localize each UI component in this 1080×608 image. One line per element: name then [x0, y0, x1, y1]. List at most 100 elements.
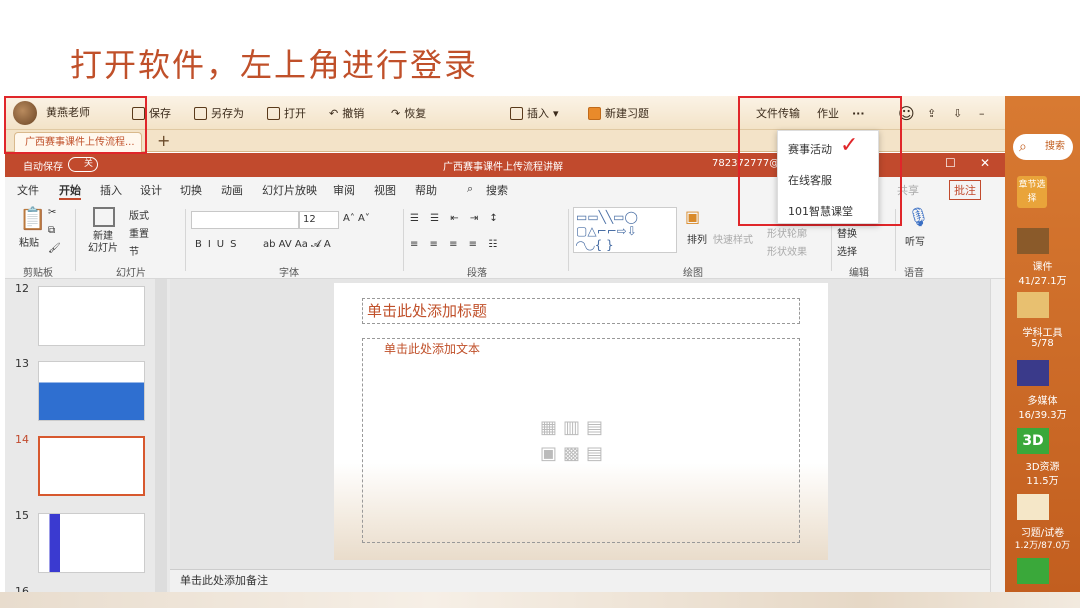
- 3d-resource-icon[interactable]: 3D: [1017, 428, 1049, 454]
- multimedia-count: 16/39.3万: [1018, 410, 1067, 421]
- autosave-label: 自动保存: [23, 162, 63, 173]
- sidebar-item-3d-resources[interactable]: 3D资源: [1005, 458, 1080, 473]
- subject-tools-icon[interactable]: [1017, 292, 1049, 318]
- tab-file[interactable]: 文件: [17, 182, 39, 198]
- tab-view[interactable]: 视图: [374, 182, 396, 198]
- subject-tools-count: 5/78: [1031, 338, 1054, 349]
- font-size-select[interactable]: 12: [299, 211, 339, 229]
- new-exercise-button[interactable]: 新建习题: [588, 96, 649, 130]
- login-highlight-box: [4, 96, 147, 154]
- insert-content-icons[interactable]: ▦▥▤ ▣▩▤: [540, 415, 609, 467]
- notes-pane[interactable]: 单击此处添加备注: [170, 569, 990, 592]
- more-dropdown-menu: 赛事活动 ✓ 在线客服 101智慧课堂: [777, 130, 879, 224]
- list-buttons[interactable]: ☰ ☰ ⇤ ⇥ ↕: [410, 213, 502, 224]
- exercises-count: 1.2万/87.0万: [1014, 541, 1071, 551]
- slide-thumbnail-15[interactable]: [38, 513, 145, 573]
- new-slide-icon[interactable]: [93, 207, 115, 227]
- menu-item-online-service[interactable]: 在线客服: [788, 172, 832, 188]
- chevron-down-icon: ▾: [553, 106, 559, 120]
- slide-thumbnail-13[interactable]: [38, 361, 145, 421]
- body-placeholder-text[interactable]: 单击此处添加文本: [384, 340, 480, 357]
- select-button[interactable]: 选择: [837, 243, 857, 258]
- font-color-buttons[interactable]: ab AV Aa 𝓐 A: [263, 239, 331, 250]
- 3d-resources-count: 11.5万: [1026, 476, 1059, 487]
- undo-button[interactable]: ↶ 撤销: [329, 96, 364, 130]
- layout-button[interactable]: 版式: [129, 207, 149, 222]
- autosave-toggle[interactable]: 关: [68, 157, 98, 172]
- slide-thumbnail-12[interactable]: [38, 286, 145, 346]
- tab-home[interactable]: 开始: [59, 182, 81, 200]
- quick-styles-button[interactable]: 快速样式: [713, 231, 753, 246]
- group-font: 字体: [279, 268, 299, 279]
- arrange-button[interactable]: 排列: [687, 231, 707, 246]
- sidebar-item-subject-tools[interactable]: 学科工具: [1005, 324, 1080, 339]
- close-icon[interactable]: ✕: [980, 156, 990, 170]
- tab-help[interactable]: 帮助: [415, 182, 437, 198]
- title-placeholder[interactable]: 单击此处添加标题: [362, 298, 800, 324]
- new-tab-button[interactable]: +: [157, 131, 170, 151]
- annotate-button[interactable]: 批注: [949, 180, 981, 200]
- tab-animations[interactable]: 动画: [221, 182, 243, 198]
- thumbnail-scrollbar[interactable]: [155, 279, 167, 592]
- shape-outline-button[interactable]: 形状轮廓: [767, 225, 807, 240]
- save-as-button[interactable]: 另存为: [194, 96, 244, 130]
- paste-label[interactable]: 粘贴: [19, 234, 39, 249]
- dictate-button[interactable]: 听写: [905, 233, 925, 248]
- format-painter-icon[interactable]: 🖌: [48, 243, 61, 254]
- checkmark-icon: ✓: [840, 133, 859, 158]
- shapes-gallery[interactable]: ▭▭╲╲▭◯ ▢△⌐⌐⇨⇩ ◜◝◟◞{ }: [573, 207, 677, 253]
- font-grow-icon[interactable]: A˄ A˅: [343, 213, 370, 224]
- search-icon[interactable]: ⌕: [467, 182, 473, 196]
- search-icon: ⌕: [1019, 139, 1027, 155]
- undo-icon: ↶: [329, 106, 339, 120]
- tab-design[interactable]: 设计: [140, 182, 162, 198]
- menu-item-smart-classroom[interactable]: 101智慧课堂: [788, 203, 853, 219]
- copy-icon[interactable]: ⧉: [48, 225, 55, 236]
- redo-button[interactable]: ↷ 恢复: [391, 96, 426, 130]
- folder-icon: [267, 106, 280, 120]
- font-family-select[interactable]: [191, 211, 299, 229]
- font-style-buttons[interactable]: BIUS: [195, 239, 242, 250]
- group-slides: 幻灯片: [116, 268, 146, 279]
- slide-number: 13: [15, 357, 29, 370]
- screenshot-page: 打开软件，左上角进行登录 黄燕老师 保存 另存为 打开 ↶ 撤销 ↷ 恢复 插入…: [0, 0, 1080, 608]
- tab-transitions[interactable]: 切换: [180, 182, 202, 198]
- menu-item-events[interactable]: 赛事活动: [788, 141, 832, 157]
- arrange-icon[interactable]: ▣: [685, 207, 700, 226]
- cut-icon[interactable]: ✂: [48, 207, 56, 218]
- restore-icon[interactable]: ☐: [945, 156, 956, 170]
- new-slide-button[interactable]: 新建 幻灯片: [88, 231, 118, 255]
- reset-button[interactable]: 重置: [129, 225, 149, 240]
- courseware-icon[interactable]: [1017, 228, 1049, 254]
- vertical-scrollbar[interactable]: [990, 279, 1005, 592]
- slide-thumbnail-14[interactable]: [38, 436, 145, 496]
- insert-button[interactable]: 插入 ▾: [510, 96, 559, 130]
- slide-number: 12: [15, 282, 29, 295]
- tab-search[interactable]: 搜索: [486, 182, 508, 198]
- save-as-icon: [194, 106, 207, 120]
- section-button[interactable]: 节: [129, 243, 139, 258]
- sidebar-item-exercises[interactable]: 习题/试卷: [1005, 524, 1080, 539]
- tab-review[interactable]: 审阅: [333, 182, 355, 198]
- replace-button[interactable]: 替换: [837, 225, 857, 240]
- sidebar-item-courseware[interactable]: 课件: [1005, 258, 1080, 273]
- upload-icon[interactable]: ⇪: [927, 96, 936, 130]
- tab-slideshow[interactable]: 幻灯片放映: [262, 182, 317, 198]
- minimize-icon[interactable]: –: [979, 96, 985, 130]
- group-editing: 编辑: [849, 268, 869, 279]
- multimedia-icon[interactable]: [1017, 360, 1049, 386]
- exercises-icon[interactable]: [1017, 494, 1049, 520]
- divider: [185, 209, 186, 271]
- paste-icon[interactable]: 📋: [19, 207, 46, 232]
- open-button[interactable]: 打开: [267, 96, 306, 130]
- tab-insert[interactable]: 插入: [100, 182, 122, 198]
- microphone-icon[interactable]: 🎙: [907, 207, 930, 228]
- sidebar-search-button[interactable]: ⌕ 搜索: [1013, 134, 1073, 160]
- sidebar-item-multimedia[interactable]: 多媒体: [1005, 392, 1080, 407]
- shape-effect-button[interactable]: 形状效果: [767, 243, 807, 258]
- align-buttons[interactable]: ≡ ≡ ≡ ≡ ☷: [410, 239, 501, 250]
- whiteboard-icon[interactable]: [1017, 558, 1049, 584]
- group-clipboard: 剪贴板: [23, 268, 53, 279]
- download-icon[interactable]: ⇩: [953, 96, 962, 130]
- chapter-select-button[interactable]: 章节选择: [1017, 176, 1047, 208]
